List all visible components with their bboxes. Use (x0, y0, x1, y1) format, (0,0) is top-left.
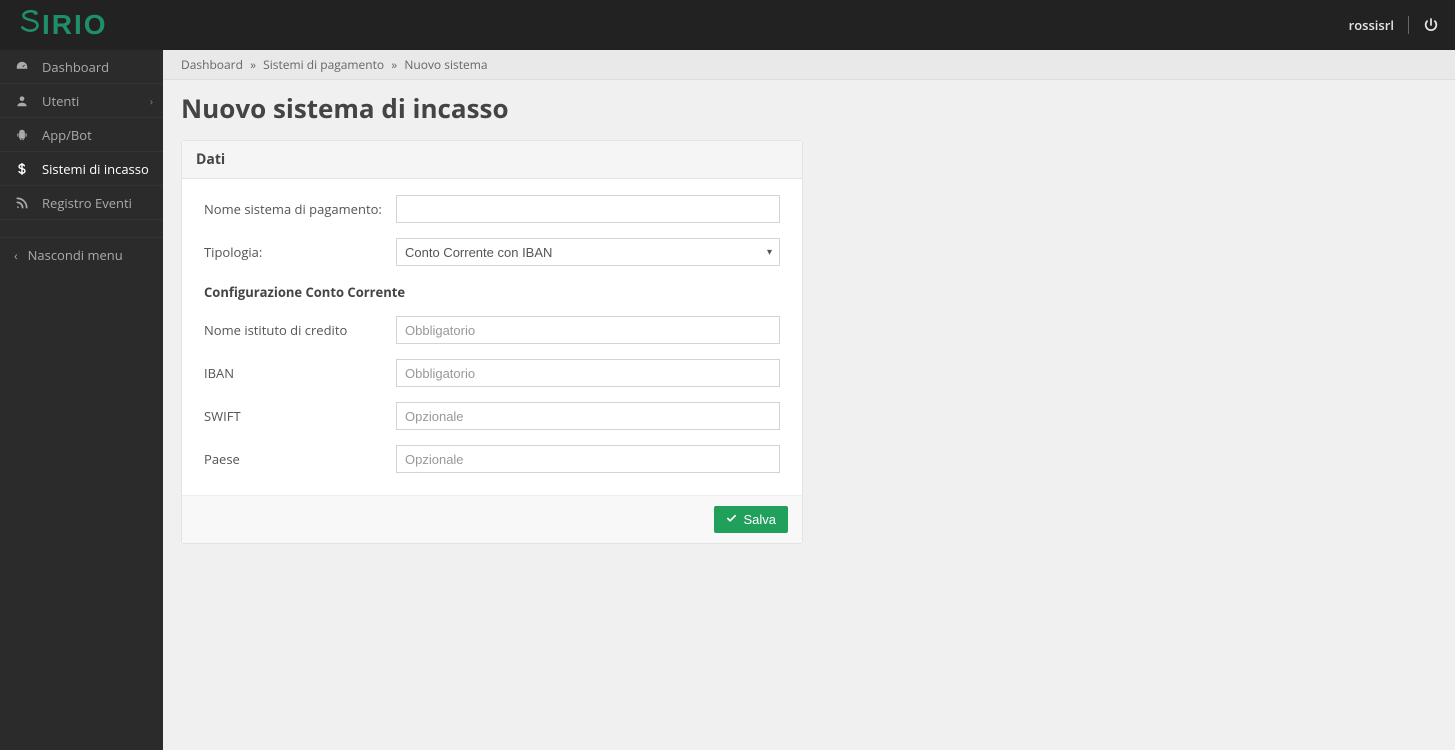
input-iban[interactable] (396, 359, 780, 387)
save-button-label: Salva (743, 512, 776, 527)
select-tipologia[interactable]: Conto Corrente con IBAN (396, 238, 780, 266)
breadcrumb-sep: » (391, 56, 397, 73)
save-button[interactable]: Salva (714, 506, 788, 533)
sidebar-item-label: Registro Eventi (42, 194, 132, 212)
input-swift[interactable] (396, 402, 780, 430)
breadcrumb-item[interactable]: Dashboard (181, 56, 243, 73)
dollar-icon (14, 162, 30, 176)
check-icon (726, 512, 737, 527)
label-nome-sistema: Nome sistema di pagamento: (204, 200, 396, 218)
sidebar-item-label: Sistemi di incasso (42, 160, 149, 178)
panel-dati: Dati Nome sistema di pagamento: Tipologi… (181, 140, 803, 544)
sidebar-item-dashboard[interactable]: Dashboard (0, 50, 163, 84)
sidebar-item-sistemi-incasso[interactable]: Sistemi di incasso (0, 152, 163, 186)
sidebar: Dashboard Utenti › App/Bot Sistemi di in… (0, 50, 163, 750)
sidebar-collapse[interactable]: ‹ Nascondi menu (0, 238, 163, 272)
input-paese[interactable] (396, 445, 780, 473)
chevron-right-icon: › (150, 94, 153, 108)
breadcrumb: Dashboard » Sistemi di pagamento » Nuovo… (163, 50, 1455, 80)
panel-header: Dati (182, 141, 802, 179)
user-icon (14, 94, 30, 108)
breadcrumb-item[interactable]: Sistemi di pagamento (263, 56, 384, 73)
android-icon (14, 128, 30, 142)
sidebar-spacer (0, 220, 163, 238)
panel-footer: Salva (182, 495, 802, 543)
topbar: IRIO rossisrl (0, 0, 1455, 50)
username[interactable]: rossisrl (1349, 16, 1394, 34)
label-paese: Paese (204, 450, 396, 468)
sidebar-item-label: Dashboard (42, 58, 109, 76)
sidebar-item-label: App/Bot (42, 126, 92, 144)
breadcrumb-sep: » (250, 56, 256, 73)
label-istituto: Nome istituto di credito (204, 321, 396, 339)
sidebar-item-appbot[interactable]: App/Bot (0, 118, 163, 152)
dashboard-icon (14, 60, 30, 74)
main: Dashboard » Sistemi di pagamento » Nuovo… (163, 50, 1455, 750)
input-istituto[interactable] (396, 316, 780, 344)
breadcrumb-item-current: Nuovo sistema (404, 56, 487, 73)
logout-icon[interactable] (1423, 17, 1439, 33)
sidebar-item-registro-eventi[interactable]: Registro Eventi (0, 186, 163, 220)
logo-snake-icon (18, 7, 44, 44)
subheader-configurazione: Configurazione Conto Corrente (204, 281, 780, 301)
label-iban: IBAN (204, 364, 396, 382)
panel-body: Nome sistema di pagamento: Tipologia: Co… (182, 179, 802, 495)
sidebar-item-label: Utenti (42, 92, 79, 110)
rss-icon (14, 196, 30, 210)
sidebar-item-utenti[interactable]: Utenti › (0, 84, 163, 118)
page-title: Nuovo sistema di incasso (163, 80, 1455, 140)
input-nome-sistema[interactable] (396, 195, 780, 223)
label-tipologia: Tipologia: (204, 243, 396, 261)
brand-text: IRIO (42, 9, 108, 41)
label-swift: SWIFT (204, 407, 396, 425)
brand-logo[interactable]: IRIO (18, 7, 108, 44)
topbar-divider (1408, 16, 1409, 34)
sidebar-collapse-label: Nascondi menu (28, 246, 123, 264)
chevron-left-icon: ‹ (14, 247, 18, 264)
